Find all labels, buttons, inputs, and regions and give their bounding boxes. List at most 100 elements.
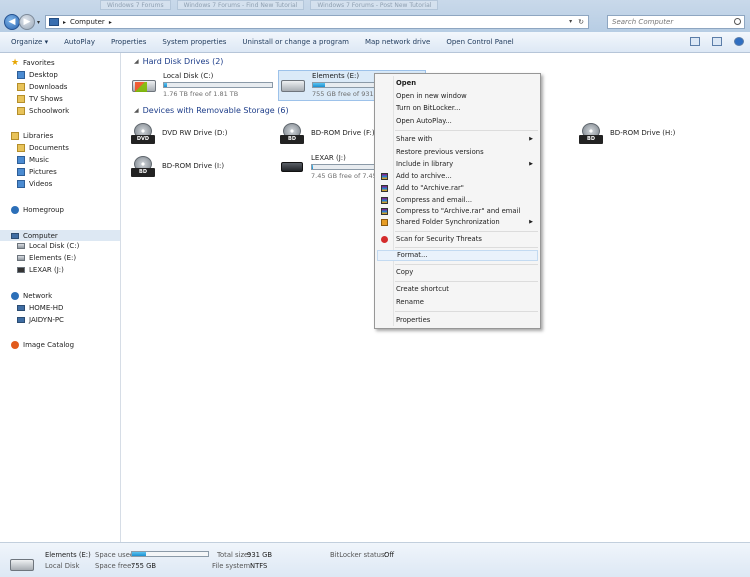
drive-bd-rom-i[interactable]: BD BD-ROM Drive (I:) xyxy=(130,156,224,178)
organize-button[interactable]: Organize ▾ xyxy=(11,38,48,46)
address-separator-icon[interactable]: ▸ xyxy=(63,19,66,26)
winrar-icon xyxy=(381,173,388,180)
menu-item-share-with[interactable]: Share with ▶ xyxy=(377,134,538,145)
title-tab: Windows 7 Forums - Find New Tutorial xyxy=(176,0,305,10)
preview-pane-icon[interactable] xyxy=(712,37,722,46)
address-separator-icon[interactable]: ▸ xyxy=(109,19,112,26)
recent-pages-dropdown[interactable]: ▾ xyxy=(37,19,40,26)
desktop-icon xyxy=(17,71,25,79)
nav-item-home-hd[interactable]: HOME-HD xyxy=(17,304,63,312)
drive-free-space: 1.76 TB free of 1.81 TB xyxy=(163,90,239,98)
search-input[interactable]: Search Computer xyxy=(607,15,745,29)
nav-item-elements-e[interactable]: Elements (E:) xyxy=(17,254,76,262)
collapse-arrow-icon[interactable]: ◢ xyxy=(134,107,139,114)
drive-usage-bar xyxy=(312,82,376,88)
back-button[interactable]: ◀ xyxy=(4,14,20,30)
collapse-arrow-icon[interactable]: ◢ xyxy=(134,58,139,65)
address-segment-computer[interactable]: Computer xyxy=(70,18,105,26)
nav-item-local-disk-c[interactable]: Local Disk (C:) xyxy=(17,242,79,250)
drive-bd-rom-f[interactable]: BD BD-ROM Drive (F:) xyxy=(279,123,375,145)
selected-drive-type: Local Disk xyxy=(45,562,80,570)
context-menu: Open Open in new window Turn on BitLocke… xyxy=(374,73,541,329)
drive-name: BD-ROM Drive (H:) xyxy=(610,129,676,137)
menu-item-open-new-window[interactable]: Open in new window xyxy=(377,91,538,102)
star-icon: ★ xyxy=(11,58,20,68)
computer-icon xyxy=(11,232,19,239)
menu-item-compress-rar-email[interactable]: Compress to "Archive.rar" and email xyxy=(377,206,538,217)
nav-item-schoolwork[interactable]: Schoolwork xyxy=(17,107,69,115)
selected-drive-name: Elements (E:) xyxy=(45,551,91,559)
drive-usage-bar xyxy=(311,164,375,170)
bd-drive-icon: BD xyxy=(578,123,604,145)
search-placeholder: Search Computer xyxy=(612,18,674,26)
nav-network[interactable]: Network xyxy=(11,292,52,300)
menu-item-open-autoplay[interactable]: Open AutoPlay... xyxy=(377,116,538,127)
music-icon xyxy=(17,156,25,164)
address-bar[interactable]: ▸ Computer ▸ ▾ ↻ xyxy=(45,15,589,29)
change-view-icon[interactable] xyxy=(690,37,700,46)
address-dropdown-icon[interactable]: ▾ xyxy=(569,18,572,26)
documents-icon xyxy=(17,144,25,152)
nav-computer[interactable]: Computer xyxy=(0,230,120,241)
image-catalog-icon xyxy=(11,341,19,349)
menu-separator xyxy=(395,231,538,232)
help-icon[interactable] xyxy=(734,37,744,46)
menu-separator xyxy=(395,130,538,131)
forward-button[interactable]: ▶ xyxy=(19,14,35,30)
menu-separator xyxy=(395,311,538,312)
nav-item-music[interactable]: Music xyxy=(17,156,49,164)
nav-libraries[interactable]: Libraries xyxy=(11,132,53,140)
nav-homegroup[interactable]: Homegroup xyxy=(11,206,64,214)
menu-item-rename[interactable]: Rename xyxy=(377,297,538,308)
command-bar: Organize ▾ AutoPlay Properties System pr… xyxy=(0,32,750,53)
drive-dvd-rw-d[interactable]: DVD DVD RW Drive (D:) xyxy=(130,123,228,145)
nav-label: HOME-HD xyxy=(29,304,64,312)
nav-label: LEXAR (J:) xyxy=(29,266,64,274)
nav-image-catalog[interactable]: Image Catalog xyxy=(11,341,74,349)
nav-item-downloads[interactable]: Downloads xyxy=(17,83,67,91)
menu-item-format[interactable]: Format... xyxy=(377,250,538,261)
section-hard-disk-drives[interactable]: ◢ Hard Disk Drives (2) xyxy=(134,57,223,66)
system-properties-button[interactable]: System properties xyxy=(162,38,226,46)
space-free-label: Space free: xyxy=(95,562,134,570)
nav-item-pictures[interactable]: Pictures xyxy=(17,168,57,176)
usb-drive-icon xyxy=(17,267,25,273)
menu-item-copy[interactable]: Copy xyxy=(377,267,538,278)
submenu-arrow-icon: ▶ xyxy=(529,161,533,167)
autoplay-button[interactable]: AutoPlay xyxy=(64,38,95,46)
hard-drive-icon xyxy=(9,551,34,571)
nav-item-videos[interactable]: Videos xyxy=(17,180,52,188)
menu-item-add-to-archive-rar[interactable]: Add to "Archive.rar" xyxy=(377,183,538,194)
drive-lexar-j[interactable]: LEXAR (J:) 7.45 GB free of 7.45 GB xyxy=(279,154,388,180)
bitlocker-status-value: Off xyxy=(384,551,395,559)
search-icon[interactable] xyxy=(734,18,741,25)
nav-label: Libraries xyxy=(23,132,54,140)
uninstall-program-button[interactable]: Uninstall or change a program xyxy=(242,38,349,46)
menu-item-compress-and-email[interactable]: Compress and email... xyxy=(377,195,538,206)
open-control-panel-button[interactable]: Open Control Panel xyxy=(446,38,513,46)
drive-bd-rom-h[interactable]: BD BD-ROM Drive (H:) xyxy=(578,123,675,145)
menu-item-scan-security-threats[interactable]: Scan for Security Threats xyxy=(377,234,538,245)
menu-item-shared-folder-sync[interactable]: Shared Folder Synchronization ▶ xyxy=(377,217,538,228)
menu-item-open[interactable]: Open xyxy=(377,78,538,89)
map-network-drive-button[interactable]: Map network drive xyxy=(365,38,430,46)
menu-item-bitlocker[interactable]: Turn on BitLocker... xyxy=(377,103,538,114)
menu-item-include-in-library[interactable]: Include in library ▶ xyxy=(377,159,538,170)
hard-drive-icon xyxy=(280,72,306,94)
nav-item-desktop[interactable]: Desktop xyxy=(17,71,58,79)
nav-item-lexar-j[interactable]: LEXAR (J:) xyxy=(17,266,64,274)
nav-item-documents[interactable]: Documents xyxy=(17,144,69,152)
details-pane: Elements (E:) Local Disk Space used: Spa… xyxy=(0,542,750,577)
refresh-icon[interactable]: ↻ xyxy=(578,18,584,26)
menu-item-add-to-archive[interactable]: Add to archive... xyxy=(377,171,538,182)
properties-button[interactable]: Properties xyxy=(111,38,146,46)
menu-item-label: Scan for Security Threats xyxy=(396,235,482,243)
menu-item-create-shortcut[interactable]: Create shortcut xyxy=(377,284,538,295)
section-removable-storage[interactable]: ◢ Devices with Removable Storage (6) xyxy=(134,106,289,115)
drive-local-disk-c[interactable]: Local Disk (C:) 1.76 TB free of 1.81 TB xyxy=(130,71,275,101)
nav-favorites[interactable]: ★ Favorites xyxy=(11,58,55,68)
nav-item-jaidyn-pc[interactable]: JAIDYN-PC xyxy=(17,316,64,324)
menu-item-restore-previous-versions[interactable]: Restore previous versions xyxy=(377,147,538,158)
nav-item-tv-shows[interactable]: TV Shows xyxy=(17,95,63,103)
menu-item-properties[interactable]: Properties xyxy=(377,315,538,326)
